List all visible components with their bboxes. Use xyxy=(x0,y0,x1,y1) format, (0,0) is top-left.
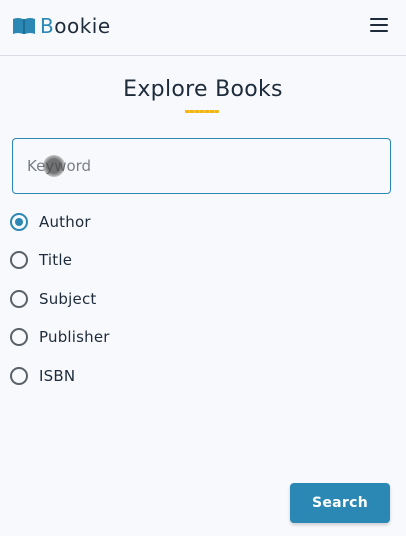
radio-unchecked-icon[interactable] xyxy=(10,251,28,269)
app-page: Bookie Explore Books Author Title Subjec… xyxy=(0,0,406,536)
radio-label: Title xyxy=(39,251,73,269)
hamburger-menu-icon-bar xyxy=(370,18,388,20)
page-title: Explore Books xyxy=(123,77,283,102)
hamburger-menu-icon-bar xyxy=(370,24,388,26)
radio-unchecked-icon[interactable] xyxy=(10,290,28,308)
radio-label: ISBN xyxy=(39,367,76,385)
keyword-input[interactable] xyxy=(12,138,391,194)
radio-option-publisher[interactable]: Publisher xyxy=(10,325,110,349)
app-header: Bookie xyxy=(0,0,406,56)
radio-option-isbn[interactable]: ISBN xyxy=(10,364,75,388)
radio-label: Subject xyxy=(39,290,97,308)
logo-letter-b: B xyxy=(40,14,55,38)
menu-button[interactable] xyxy=(368,14,390,36)
radio-unchecked-icon[interactable] xyxy=(10,367,28,385)
radio-label: Publisher xyxy=(39,328,110,346)
open-book-icon xyxy=(13,18,35,34)
radio-checked-icon[interactable] xyxy=(10,213,28,231)
search-button[interactable]: Search xyxy=(290,483,390,523)
radio-option-title[interactable]: Title xyxy=(10,248,72,272)
logo[interactable]: Bookie xyxy=(12,15,111,37)
radio-label: Author xyxy=(39,213,91,231)
radio-unchecked-icon[interactable] xyxy=(10,328,28,346)
radio-option-subject[interactable]: Subject xyxy=(10,287,96,311)
title-underline-decoration xyxy=(185,110,219,113)
logo-name-rest: ookie xyxy=(54,14,111,38)
logo-text: Bookie xyxy=(40,15,111,37)
radio-option-author[interactable]: Author xyxy=(10,210,91,234)
hamburger-menu-icon-bar xyxy=(370,30,388,32)
